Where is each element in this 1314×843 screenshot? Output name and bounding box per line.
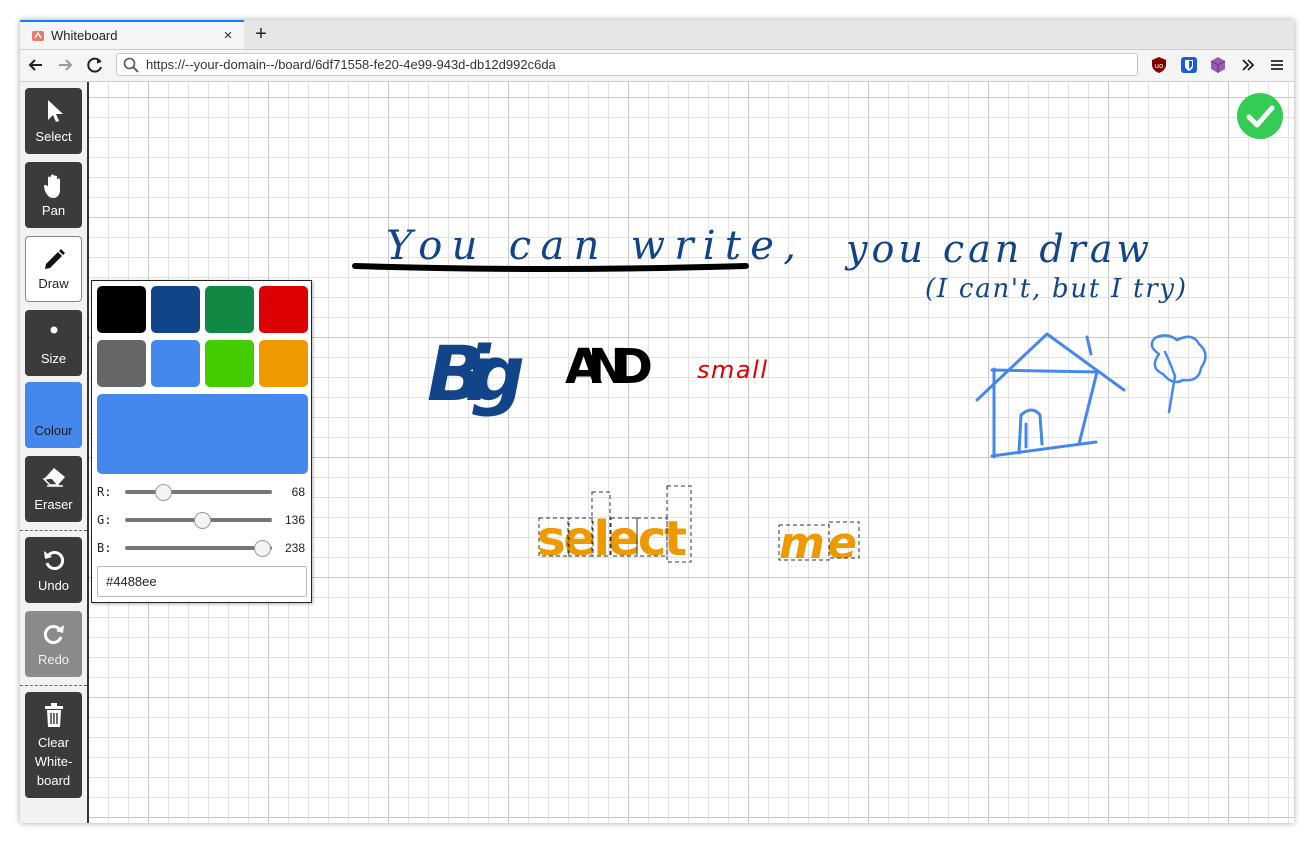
tab-strip: Whiteboard × + bbox=[20, 20, 1294, 50]
swatch-light-blue[interactable] bbox=[151, 340, 200, 387]
red-slider-handle[interactable] bbox=[155, 484, 172, 501]
toolbar-divider bbox=[20, 530, 87, 531]
house-drawing bbox=[975, 332, 1126, 459]
eraser-tool-label: Eraser bbox=[34, 497, 73, 512]
swatch-green[interactable] bbox=[205, 340, 254, 387]
handwriting-me: me bbox=[779, 518, 857, 569]
selected-strokes[interactable]: select me bbox=[537, 485, 860, 569]
pencil-icon bbox=[44, 249, 65, 269]
cube-extension-icon[interactable] bbox=[1209, 56, 1227, 74]
new-tab-button[interactable]: + bbox=[250, 22, 272, 46]
handwriting-small: small bbox=[697, 356, 767, 384]
svg-text:uo: uo bbox=[1155, 62, 1164, 70]
reload-icon[interactable] bbox=[84, 54, 106, 76]
select-tool-button[interactable]: Select bbox=[25, 88, 82, 154]
red-label: R: bbox=[97, 485, 112, 499]
colour-picker-popup: R: 68 G: 136 B: 238 bbox=[91, 280, 312, 603]
redo-label: Redo bbox=[37, 652, 70, 667]
size-tool-label: Size bbox=[40, 351, 67, 366]
whiteboard-area[interactable]: You can write, you can draw (I can't, bu… bbox=[20, 82, 1294, 823]
forward-icon[interactable] bbox=[54, 54, 76, 76]
back-icon[interactable] bbox=[25, 54, 47, 76]
colour-preview bbox=[97, 394, 308, 474]
red-value: 68 bbox=[291, 485, 305, 499]
pan-tool-label: Pan bbox=[41, 203, 66, 218]
dot-icon bbox=[50, 326, 57, 334]
url-input[interactable] bbox=[146, 57, 1126, 72]
navigation-bar: uo bbox=[20, 50, 1294, 82]
underline-stroke bbox=[352, 263, 749, 272]
green-slider-handle[interactable] bbox=[194, 512, 211, 529]
red-slider[interactable] bbox=[125, 490, 272, 494]
size-tool-button[interactable]: Size bbox=[25, 310, 82, 376]
search-icon bbox=[123, 57, 139, 73]
blue-label: B: bbox=[97, 541, 112, 555]
pan-tool-button[interactable]: Pan bbox=[25, 162, 82, 228]
check-circle-icon bbox=[1237, 93, 1283, 139]
trash-icon bbox=[44, 703, 63, 727]
ublock-icon[interactable]: uo bbox=[1150, 56, 1168, 74]
swatch-dark-green[interactable] bbox=[205, 286, 254, 333]
undo-button[interactable]: Undo bbox=[25, 537, 82, 603]
colour-tool-label: Colour bbox=[34, 423, 73, 438]
green-label: G: bbox=[97, 513, 112, 527]
hand-icon bbox=[43, 174, 60, 198]
overflow-chevrons-icon[interactable] bbox=[1239, 56, 1257, 74]
swatch-red[interactable] bbox=[259, 286, 308, 333]
colour-tool-button[interactable]: Colour bbox=[25, 382, 82, 448]
green-value: 136 bbox=[284, 513, 305, 527]
hamburger-menu-icon[interactable] bbox=[1268, 56, 1286, 74]
handwriting-you-can-write: You can write, bbox=[386, 223, 796, 269]
bitwarden-icon[interactable] bbox=[1180, 56, 1198, 74]
eraser-icon bbox=[41, 468, 65, 487]
toolbar-divider bbox=[20, 685, 87, 686]
blue-slider-handle[interactable] bbox=[254, 540, 271, 557]
swatch-grey[interactable] bbox=[97, 340, 146, 387]
redo-button[interactable]: Redo bbox=[25, 611, 82, 677]
blue-value: 238 bbox=[284, 541, 305, 555]
clear-whiteboard-label: Clear White- board bbox=[34, 735, 73, 788]
handwriting-you-can-draw: you can draw bbox=[844, 227, 1149, 271]
select-tool-label: Select bbox=[35, 129, 72, 144]
swatch-dark-blue[interactable] bbox=[151, 286, 200, 333]
browser-window: Whiteboard × + uo bbox=[20, 20, 1294, 823]
draw-tool-button[interactable]: Draw bbox=[25, 236, 82, 302]
undo-icon bbox=[43, 551, 64, 570]
swatch-black[interactable] bbox=[97, 286, 146, 333]
handwriting-i-cant-but-i-try: (I can't, but I try) bbox=[925, 274, 1186, 304]
eraser-tool-button[interactable]: Eraser bbox=[25, 456, 82, 522]
whiteboard-favicon-icon bbox=[32, 30, 44, 41]
close-tab-icon[interactable]: × bbox=[218, 27, 238, 44]
tab-title: Whiteboard bbox=[51, 28, 118, 43]
cursor-icon bbox=[47, 100, 63, 122]
tree-drawing bbox=[1150, 334, 1207, 414]
blue-slider[interactable] bbox=[125, 546, 272, 550]
undo-label: Undo bbox=[37, 578, 70, 593]
swatch-orange[interactable] bbox=[259, 340, 308, 387]
draw-tool-label: Draw bbox=[38, 276, 69, 291]
tab-whiteboard[interactable]: Whiteboard × bbox=[20, 20, 244, 49]
handwriting-and: AND bbox=[565, 339, 653, 395]
handwriting-big: Big bbox=[427, 329, 525, 418]
redo-icon bbox=[43, 625, 64, 644]
hex-colour-input[interactable] bbox=[97, 566, 307, 597]
clear-whiteboard-button[interactable]: Clear White- board bbox=[25, 692, 82, 798]
tool-sidebar: Select Pan Draw Size Colour Eraser Undo … bbox=[20, 82, 89, 823]
url-bar[interactable] bbox=[116, 53, 1138, 76]
handwriting-select: select bbox=[537, 511, 687, 567]
